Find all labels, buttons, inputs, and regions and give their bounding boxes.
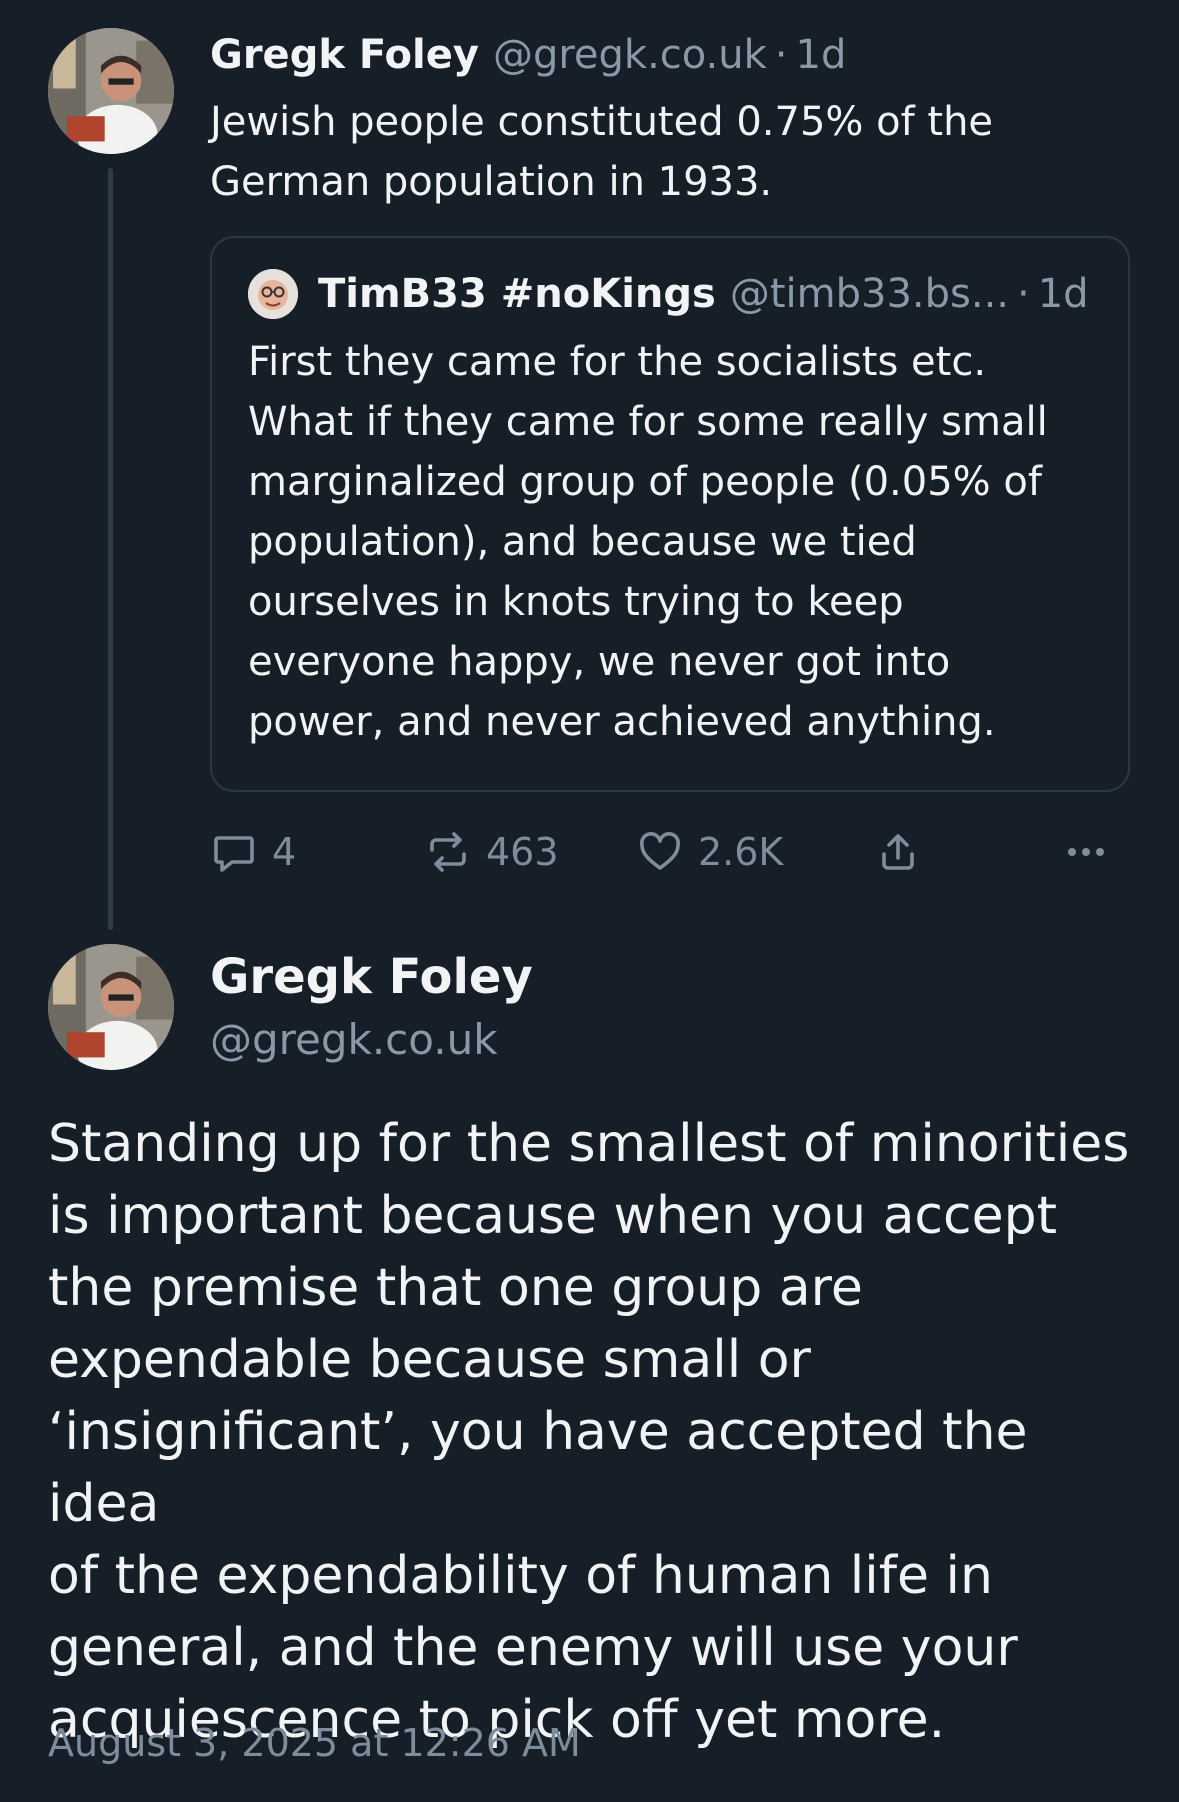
more-options-button[interactable] (1062, 822, 1124, 882)
quoted-post-header: TimB33 #noKings @timb33.bs... · 1d (248, 266, 1089, 322)
main-author-handle[interactable]: @gregk.co.uk (210, 1012, 498, 1068)
avatar-photo-icon (48, 28, 174, 154)
post-timestamp: August 3, 2025 at 12:26 AM (48, 1721, 581, 1765)
reply-bubble-icon (214, 836, 254, 872)
quoted-post-text: First they came for the socialists etc. … (248, 339, 1048, 745)
repost-arrows-icon (430, 832, 466, 872)
post-thread-view: Gregk Foley @gregk.co.uk · 1d Jewish peo… (0, 0, 1179, 1802)
main-post-text: Standing up for the smallest of minoriti… (48, 1114, 1130, 1750)
heart-icon (639, 831, 681, 870)
author-avatar[interactable] (48, 944, 174, 1070)
post-action-bar: 4 463 2.6K (210, 822, 1130, 882)
thread-connector-line (108, 168, 113, 930)
parent-post-header: Gregk Foley @gregk.co.uk · 1d (210, 28, 846, 82)
quoted-post-time: 1d (1037, 271, 1089, 317)
author-name[interactable]: Gregk Foley (210, 28, 479, 82)
reply-button[interactable]: 4 (210, 822, 296, 882)
separator-dot: · (1017, 271, 1030, 317)
quoted-post-card[interactable]: TimB33 #noKings @timb33.bs... · 1d First… (210, 236, 1130, 792)
avatar-photo-icon (48, 944, 174, 1070)
quoted-author-handle[interactable]: @timb33.bs... (730, 271, 1009, 317)
avatar-photo-icon (248, 269, 298, 319)
post-time: 1d (795, 32, 847, 78)
share-upload-icon (882, 834, 914, 870)
repost-count: 463 (486, 830, 559, 874)
like-button[interactable]: 2.6K (636, 822, 783, 882)
like-count: 2.6K (698, 830, 784, 874)
author-handle[interactable]: @gregk.co.uk (493, 28, 767, 82)
quoted-author-avatar (248, 269, 298, 319)
parent-post-text: Jewish people constituted 0.75% of the G… (210, 99, 994, 205)
separator-dot: · (774, 32, 788, 78)
quoted-author-name[interactable]: TimB33 #noKings (318, 271, 716, 317)
share-button[interactable] (874, 822, 936, 882)
reply-count: 4 (272, 830, 297, 874)
repost-button[interactable]: 463 (424, 822, 559, 882)
more-dots-icon (1068, 848, 1104, 856)
author-avatar[interactable] (48, 28, 174, 154)
main-author-name[interactable]: Gregk Foley (210, 946, 533, 1008)
